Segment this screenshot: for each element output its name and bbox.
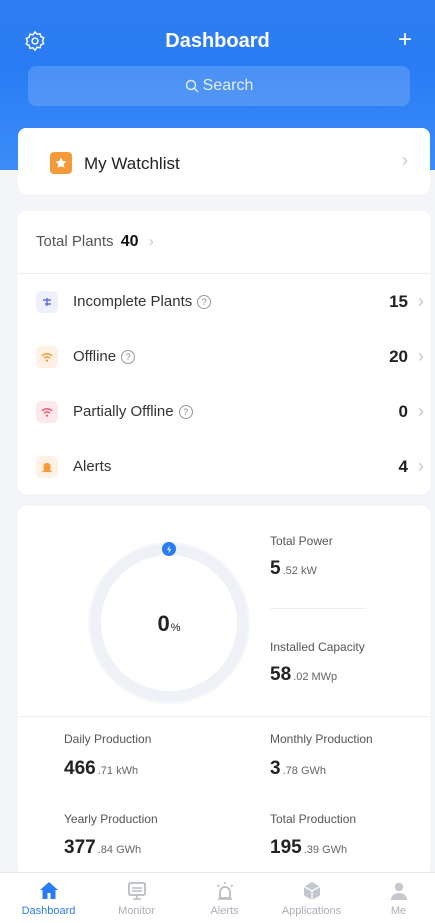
yearly-production-value: 377.84 GWh [64, 837, 141, 859]
chevron-right-icon: › [402, 150, 408, 170]
page-title: Dashboard [165, 30, 270, 52]
total-production-label: Total Production [270, 812, 357, 826]
chevron-right-icon: › [418, 291, 424, 311]
value-unit: GWh [322, 844, 348, 856]
help-icon[interactable]: ? [121, 350, 136, 364]
total-plants-row[interactable]: Total Plants 40 › [36, 233, 154, 251]
plant-row-alerts[interactable]: Alerts 4 › [18, 448, 430, 488]
search-icon [185, 79, 199, 93]
value-dec: .84 [97, 844, 113, 856]
tab-label: Alerts [210, 905, 239, 917]
search-placeholder: Search [202, 77, 254, 94]
watchlist-label: My Watchlist [84, 154, 180, 173]
tab-applications[interactable]: Applications [268, 877, 355, 917]
ratio-number: 0 [157, 611, 170, 636]
chevron-right-icon: › [418, 346, 424, 366]
value-int: 466 [64, 758, 96, 779]
watchlist-card[interactable]: My Watchlist › [18, 128, 430, 194]
total-power-value: 5.52 kW [270, 558, 317, 580]
siren-icon [216, 882, 233, 900]
divider [270, 608, 366, 609]
tab-label: Dashboard [21, 905, 76, 917]
home-icon [39, 882, 58, 899]
tab-label: Monitor [118, 905, 155, 917]
top-bar: Dashboard + [0, 26, 435, 60]
value-dec: .02 [293, 671, 309, 683]
row-value: 15 [389, 292, 408, 311]
add-button[interactable]: + [393, 26, 417, 54]
row-label: Partially Offline [73, 403, 174, 420]
monthly-production-value: 3.78 GWh [270, 758, 326, 780]
value-int: 195 [270, 837, 302, 858]
value-unit: kWh [116, 765, 139, 777]
daily-production-value: 466.71 kWh [64, 758, 138, 780]
value-dec: .52 [282, 565, 298, 577]
row-label: Offline [73, 348, 117, 365]
help-icon[interactable]: ? [178, 405, 193, 419]
chevron-right-icon: › [148, 233, 154, 250]
value-int: 58 [270, 664, 292, 685]
plants-card: Total Plants 40 › Incomplete Plants? 15 … [18, 211, 430, 494]
divider [18, 716, 430, 717]
plant-row-incomplete[interactable]: Incomplete Plants? 15 › [18, 283, 430, 323]
chevron-right-icon: › [418, 401, 424, 421]
value-unit: MWp [311, 671, 338, 683]
daily-production-label: Daily Production [64, 732, 152, 746]
total-plants-value: 40 [120, 233, 139, 250]
plant-row-offline[interactable]: Offline? 20 › [18, 338, 430, 378]
tab-bar: Dashboard Monitor Alerts Applications Me [0, 872, 435, 923]
value-int: 377 [64, 837, 96, 858]
watchlist-icon [50, 152, 72, 174]
value-dec: .71 [97, 765, 113, 777]
ratio-ring: 0% [84, 538, 254, 708]
value-unit: GWh [116, 844, 142, 856]
row-value: 20 [389, 347, 408, 366]
ratio-value: 0% [84, 611, 254, 637]
wifi-icon [36, 346, 58, 368]
search-input[interactable]: Search [28, 66, 410, 106]
cube-icon [303, 882, 320, 900]
value-int: 3 [270, 758, 281, 779]
row-value: 4 [398, 457, 408, 476]
value-unit: kW [300, 565, 317, 577]
value-int: 5 [270, 558, 281, 579]
tab-me[interactable]: Me [355, 877, 435, 917]
row-label: Alerts [73, 458, 112, 475]
chevron-right-icon: › [418, 456, 424, 476]
monthly-production-label: Monthly Production [270, 732, 373, 746]
total-production-value: 195.39 GWh [270, 837, 347, 859]
tab-monitor[interactable]: Monitor [93, 877, 180, 917]
alert-icon [36, 456, 58, 478]
monitor-icon [127, 882, 146, 900]
tab-label: Applications [281, 905, 342, 917]
value-dec: .78 [282, 765, 298, 777]
total-plants-label: Total Plants [36, 233, 114, 250]
row-value: 0 [398, 402, 408, 421]
installed-capacity-value: 58.02 MWp [270, 664, 337, 686]
help-icon[interactable]: ? [197, 295, 212, 309]
total-power-label: Total Power [270, 534, 333, 548]
yearly-production-label: Yearly Production [64, 812, 158, 826]
value-dec: .39 [303, 844, 319, 856]
tab-dashboard[interactable]: Dashboard [5, 877, 92, 917]
production-card: 0% Total Power 5.52 kW Installed Capacit… [18, 506, 430, 876]
installed-capacity-label: Installed Capacity [270, 640, 365, 654]
incomplete-icon [36, 291, 58, 313]
row-label: Incomplete Plants [73, 293, 193, 310]
wifi-partial-icon [36, 401, 58, 423]
ratio-unit: % [170, 622, 181, 634]
plant-row-partially-offline[interactable]: Partially Offline? 0 › [18, 393, 430, 433]
tab-alerts[interactable]: Alerts [181, 877, 268, 917]
divider [18, 273, 430, 274]
user-icon [390, 882, 407, 900]
value-unit: GWh [300, 765, 326, 777]
tab-label: Me [390, 905, 407, 917]
